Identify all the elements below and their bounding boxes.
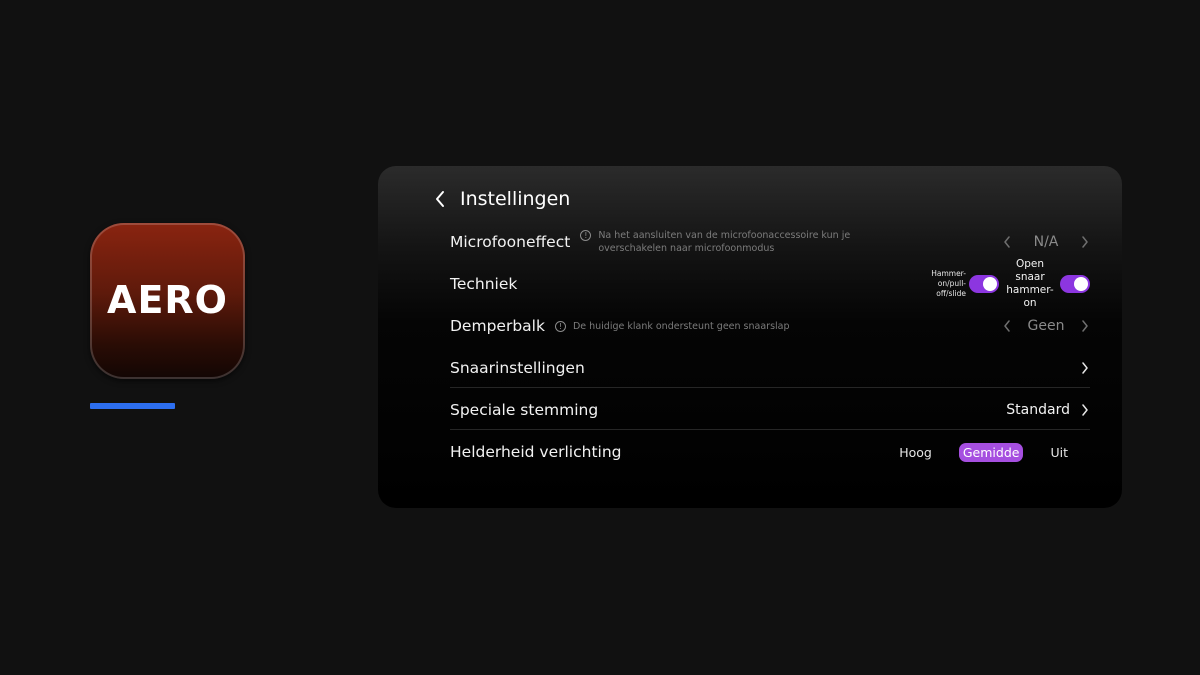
brightness-option-uit[interactable]: Uit <box>1046 443 1072 462</box>
chevron-right-icon[interactable] <box>1080 235 1090 249</box>
row-techniek: Techniek Hammer-on/pull-off/slide Open s… <box>450 258 1090 309</box>
microfooneffect-selector: N/A <box>1002 221 1090 263</box>
row-snaarinstellingen[interactable]: Snaarinstellingen <box>450 347 1090 389</box>
row-helderheid-verlichting: Helderheid verlichting Hoog Gemidde Uit <box>450 431 1090 473</box>
brightness-option-hoog[interactable]: Hoog <box>895 443 936 462</box>
helderheid-segmented-control: Hoog Gemidde Uit <box>895 431 1072 473</box>
demperbalk-info-text: De huidige klank ondersteunt geen snaars… <box>572 320 790 332</box>
open-snaar-toggle[interactable] <box>1060 275 1090 293</box>
active-app-indicator <box>90 403 175 409</box>
chevron-right-icon[interactable] <box>1080 403 1090 417</box>
hammer-on-toggle-label: Hammer-on/pull-off/slide <box>931 269 966 298</box>
settings-panel: Instellingen Microfooneffect ! Na het aa… <box>378 166 1122 508</box>
open-snaar-toggle-group: Open snaar hammer-on <box>1002 258 1090 310</box>
microfooneffect-value: N/A <box>1033 234 1059 250</box>
demperbalk-info: ! De huidige klank ondersteunt geen snaa… <box>554 320 790 333</box>
hammer-on-toggle[interactable] <box>969 275 999 293</box>
brightness-option-gemidde[interactable]: Gemidde <box>958 442 1024 462</box>
back-chevron-icon[interactable] <box>434 189 450 209</box>
row-demperbalk: Demperbalk ! De huidige klank ondersteun… <box>450 305 1090 347</box>
microfooneffect-info-text: Na het aansluiten van de microfoonaccess… <box>598 230 851 254</box>
brightness-options: Hoog Gemidde Uit <box>895 442 1072 462</box>
chevron-right-icon[interactable] <box>1080 361 1090 375</box>
speciale-stemming-label: Speciale stemming <box>450 401 599 419</box>
open-snaar-toggle-label: Open snaar hammer-on <box>1006 258 1054 309</box>
snaarinstellingen-arrow <box>1080 347 1090 389</box>
demperbalk-label: Demperbalk <box>450 317 545 335</box>
info-icon: ! <box>580 230 592 241</box>
row-divider <box>450 429 1090 430</box>
row-divider <box>450 387 1090 388</box>
demperbalk-selector: Geen <box>1002 305 1090 347</box>
microfooneffect-info: ! Na het aansluiten van de microfoonacce… <box>580 229 910 255</box>
chevron-left-icon[interactable] <box>1002 235 1012 249</box>
app-icon-label: AERO <box>107 278 228 322</box>
techniek-toggles: Hammer-on/pull-off/slide Open snaar hamm… <box>908 258 1090 309</box>
demperbalk-value: Geen <box>1027 318 1065 334</box>
microfooneffect-label: Microfooneffect <box>450 233 571 251</box>
info-icon: ! <box>554 320 566 332</box>
toggle-knob <box>1074 277 1088 291</box>
snaarinstellingen-label: Snaarinstellingen <box>450 359 585 377</box>
toggle-knob <box>983 277 997 291</box>
row-speciale-stemming[interactable]: Speciale stemming Standard <box>450 389 1090 431</box>
hammer-on-toggle-group: Hammer-on/pull-off/slide <box>908 269 999 299</box>
row-microfooneffect: Microfooneffect ! Na het aansluiten van … <box>450 221 1090 263</box>
chevron-left-icon[interactable] <box>1002 319 1012 333</box>
screen: AERO Instellingen Microfooneffect ! Na h… <box>0 0 1200 675</box>
speciale-stemming-value: Standard <box>1006 402 1070 418</box>
aero-app-icon[interactable]: AERO <box>90 223 245 379</box>
helderheid-verlichting-label: Helderheid verlichting <box>450 443 622 461</box>
settings-header: Instellingen <box>434 186 570 212</box>
page-title: Instellingen <box>460 188 571 210</box>
techniek-label: Techniek <box>450 275 518 293</box>
speciale-stemming-value-group: Standard <box>1006 389 1090 431</box>
chevron-right-icon[interactable] <box>1080 319 1090 333</box>
